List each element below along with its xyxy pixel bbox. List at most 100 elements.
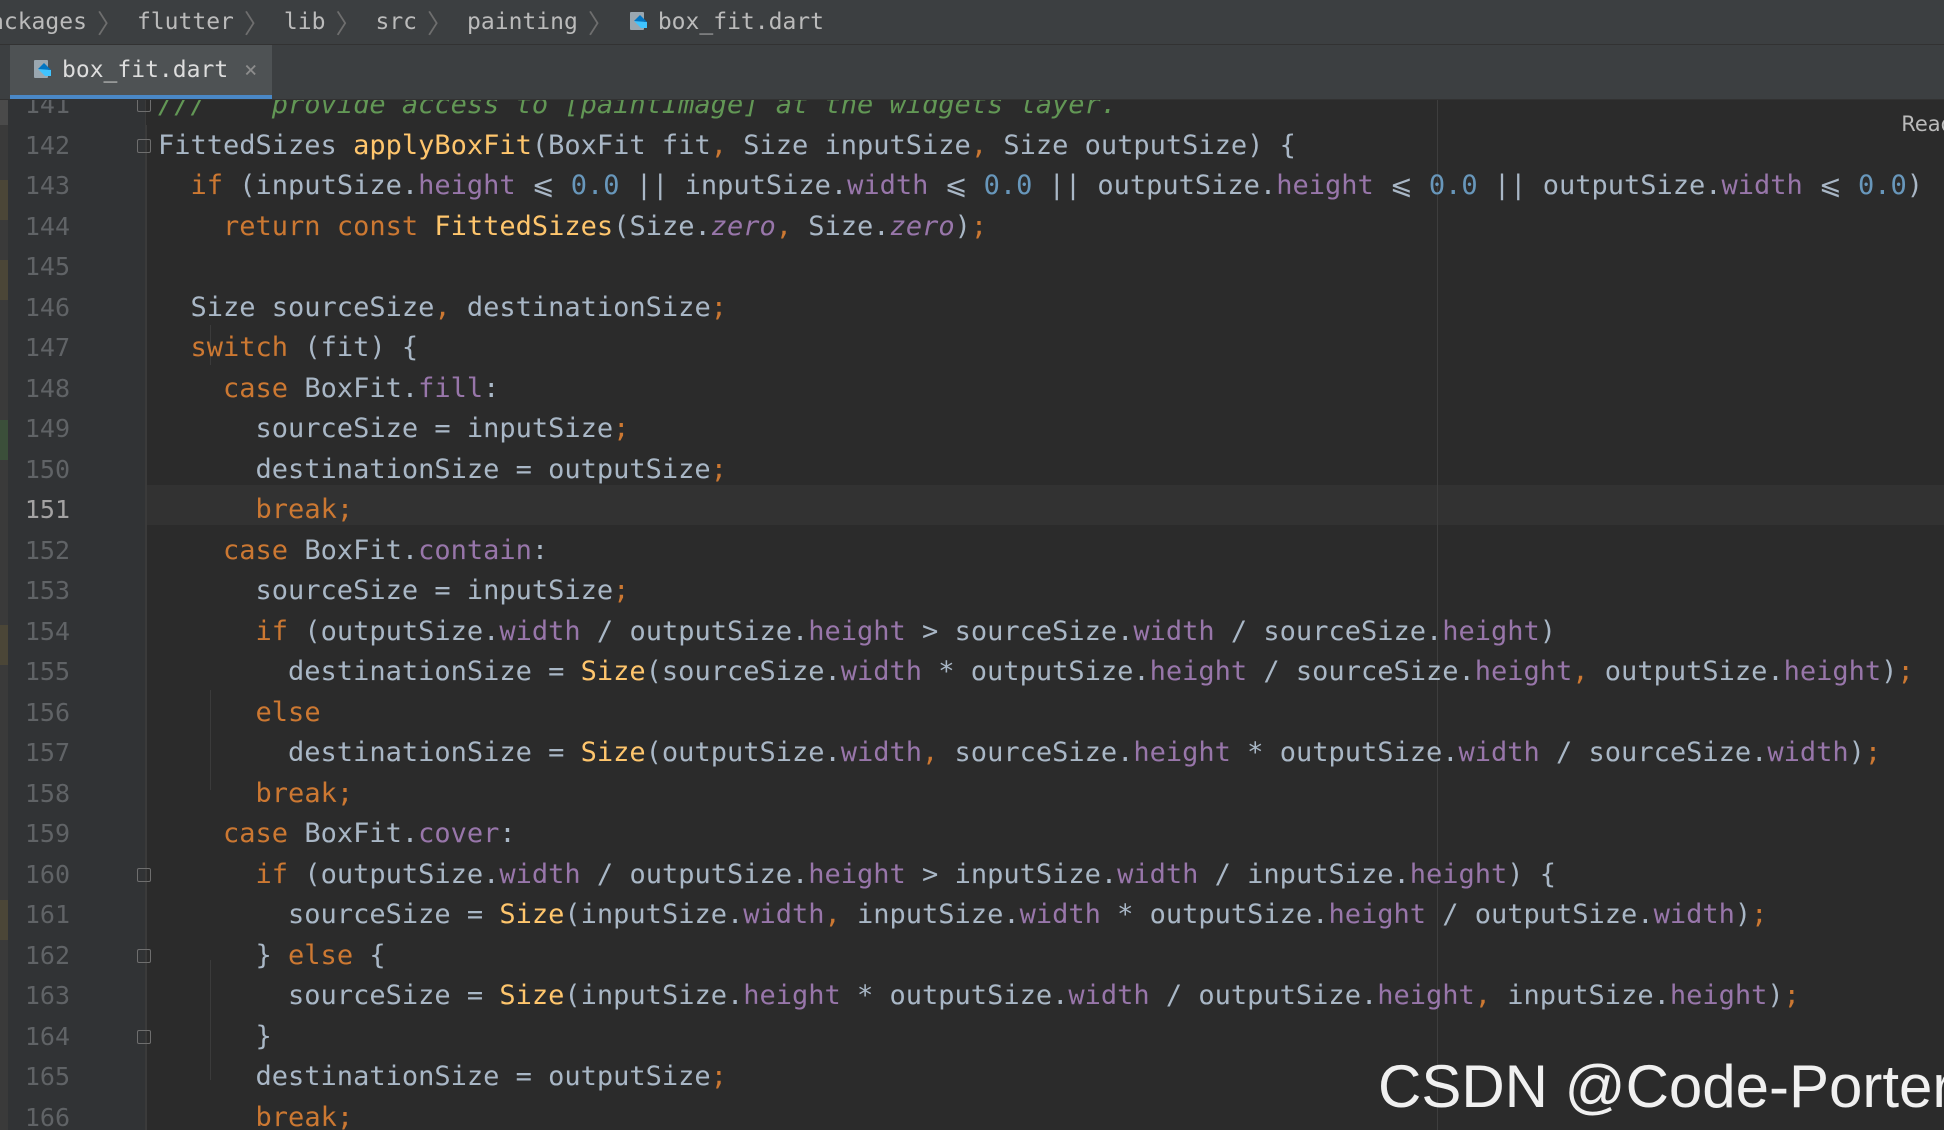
code-line[interactable]: 147 switch (fit) { [0,328,1944,368]
code-line[interactable]: 159 case BoxFit.cover: [0,814,1944,854]
code-line[interactable]: 149 sourceSize = inputSize; [0,409,1944,449]
code-line[interactable]: 144 return const FittedSizes(Size.zero, … [0,207,1944,247]
breadcrumb-label: ackages [0,9,87,35]
code-line[interactable]: 163 sourceSize = Size(inputSize.height *… [0,976,1944,1016]
code-line[interactable]: 148 case BoxFit.fill: [0,369,1944,409]
code-text: sourceSize = inputSize; [158,413,630,444]
code-text: if (outputSize.width / outputSize.height… [255,615,1557,647]
code-text: destinationSize = Size(outputSize.width,… [158,737,1882,768]
breadcrumb-item[interactable]: src [375,9,417,35]
code-line[interactable]: 162 } else { [0,936,1944,976]
code-line[interactable]: 160 if (outputSize.width / outputSize.he… [0,855,1944,895]
code-text: /// provide access to [paintImage] at th… [158,100,1118,120]
breadcrumb-item[interactable]: box_fit.dart [628,9,824,35]
code-text: else [255,696,321,728]
fold-toggle-icon[interactable] [137,1029,151,1044]
line-number: 147 [24,333,70,362]
line-number: 163 [24,981,70,1010]
code-line[interactable]: 156 else [0,693,1944,733]
line-number: 155 [24,657,70,686]
code-editor[interactable]: 141 /// provide access to [paintImage] at… [0,100,1944,1130]
close-icon[interactable]: × [244,58,257,83]
tab-label: box_fit.dart [62,57,229,83]
code-line[interactable]: 164 } [0,1017,1944,1057]
code-line[interactable]: 154 if (outputSize.width / outputSize.he… [0,612,1944,652]
line-number: 152 [24,535,70,565]
code-line[interactable]: 143 if (inputSize.height ⩽ 0.0 || inputS… [0,166,1944,206]
line-number: 146 [24,292,70,322]
code-line[interactable]: 150 destinationSize = outputSize; [0,450,1944,490]
breadcrumb-item[interactable]: flutter [137,9,234,35]
fold-toggle-icon[interactable] [137,138,151,153]
watermark: CSDN @Code-Porter [1378,1053,1944,1120]
fold-toggle-icon[interactable] [137,867,151,882]
code-text: case BoxFit.fill: [223,372,500,404]
breadcrumb-label: src [375,9,418,35]
line-number: 150 [24,454,70,484]
breadcrumb-separator-icon: 〉 [427,9,454,40]
dart-file-icon [32,59,54,81]
line-number: 161 [24,900,70,929]
code-text: destinationSize = outputSize; [158,1061,727,1092]
code-text: case BoxFit.cover: [223,818,516,849]
code-line[interactable]: 155 destinationSize = Size(sourceSize.wi… [0,652,1944,692]
code-line[interactable]: 158 break; [0,774,1944,814]
breadcrumb: ackages 〉 flutter 〉 lib 〉 src 〉 painting 〉 box_fit… [0,0,1944,45]
reader-mode-toggle[interactable]: Read [1901,112,1944,136]
code-text: destinationSize = Size(sourceSize.width … [158,656,1914,687]
breadcrumb-label: flutter [136,9,234,35]
code-text: sourceSize = inputSize; [158,575,630,606]
line-number: 160 [24,859,70,889]
line-number: 154 [24,616,70,646]
dart-file-icon [628,11,650,33]
code-line[interactable]: 141 /// provide access to [paintImage] at… [0,100,1944,125]
line-number: 162 [24,940,70,970]
breadcrumb-item[interactable]: ackages [0,9,87,35]
code-text: if (inputSize.height ⩽ 0.0 || inputSize.… [190,170,1923,201]
breadcrumb-label: box_fit.dart [657,9,824,35]
breadcrumb-separator-icon: 〉 [587,9,614,40]
breadcrumb-separator-icon: 〉 [335,9,362,40]
code-text: Size sourceSize, destinationSize; [158,291,727,323]
code-text: } [158,1020,272,1052]
line-number: 144 [24,211,70,241]
code-line[interactable]: 157 destinationSize = Size(outputSize.wi… [0,733,1944,773]
code-text: if (outputSize.width / outputSize.height… [255,858,1557,890]
line-number: 141 [24,100,70,119]
line-number: 153 [24,576,70,605]
breadcrumb-item[interactable]: painting [467,9,578,35]
line-number: 156 [24,697,70,727]
fold-toggle-icon[interactable] [137,948,151,963]
code-text: destinationSize = outputSize; [158,453,727,485]
code-line[interactable]: 151 break; [0,490,1944,530]
breadcrumb-separator-icon: 〉 [96,9,123,40]
line-number: 166 [24,1102,70,1130]
code-line[interactable]: 146 Size sourceSize, destinationSize; [0,288,1944,328]
code-line[interactable]: 153 sourceSize = inputSize; [0,571,1944,611]
editor-tab-bar: box_fit.dart × [0,45,1944,100]
line-number: 142 [24,130,70,160]
breadcrumb-separator-icon: 〉 [243,9,270,40]
line-number: 149 [24,414,70,443]
code-text: break; [255,777,354,809]
code-text: FittedSizes applyBoxFit(BoxFit fit, Size… [158,129,1296,161]
code-line[interactable]: 145 [0,247,1944,287]
breadcrumb-label: lib [283,9,326,35]
code-line[interactable]: 142 FittedSizes applyBoxFit(BoxFit fit, S… [0,126,1944,166]
breadcrumb-label: painting [467,9,578,35]
code-line[interactable]: 161 sourceSize = Size(inputSize.width, i… [0,895,1944,935]
tab-box-fit-dart[interactable]: box_fit.dart × [10,45,272,99]
code-line[interactable]: 152 case BoxFit.contain: [0,531,1944,571]
code-text: } else { [158,939,386,971]
line-number: 148 [24,373,70,403]
line-number: 145 [24,252,70,281]
line-number: 159 [24,819,70,848]
fold-toggle-icon[interactable] [137,100,151,112]
breadcrumb-item[interactable]: lib [284,9,326,35]
code-text: break; [255,494,354,525]
code-text: case BoxFit.contain: [223,534,549,566]
line-number: 165 [24,1062,70,1091]
code-text: sourceSize = Size(inputSize.width, input… [158,899,1768,930]
code-text: return const FittedSizes(Size.zero, Size… [223,210,988,242]
code-text: switch (fit) { [190,332,419,363]
